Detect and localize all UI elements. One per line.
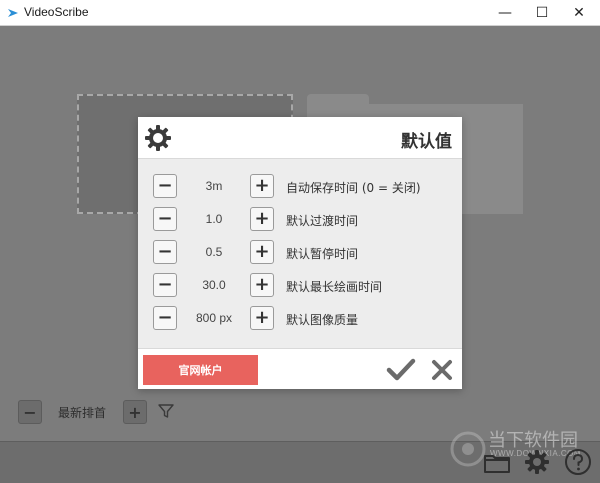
setting-row-draw-time: − 30.0 + 默认最长绘画时间 — [138, 271, 462, 299]
help-icon[interactable] — [563, 447, 593, 477]
setting-value: 30.0 — [202, 278, 226, 292]
decrement-button[interactable]: − — [153, 273, 177, 297]
increment-button[interactable]: + — [250, 240, 274, 264]
setting-label: 默认暂停时间 — [286, 247, 359, 261]
settings-gear-icon — [145, 125, 171, 151]
videoscribe-logo-icon — [8, 9, 18, 17]
maximize-button[interactable]: ☐ — [525, 0, 559, 26]
dialog-title: 默认值 — [401, 132, 452, 152]
minimize-button[interactable]: — — [488, 0, 522, 26]
gear-icon[interactable] — [522, 447, 552, 477]
sort-label: 最新排首 — [58, 406, 107, 420]
setting-label: 默认过渡时间 — [286, 214, 359, 228]
setting-label: 默认图像质量 — [286, 313, 359, 327]
decrement-button[interactable]: − — [153, 174, 177, 198]
sort-minus-button[interactable]: − — [18, 400, 42, 424]
setting-label: 自动保存时间 (0 = 关闭) — [286, 181, 421, 195]
dialog-footer: 官网帐户 — [138, 348, 462, 389]
setting-row-image-quality: − 800 px + 默认图像质量 — [138, 304, 462, 332]
folder-icon[interactable] — [482, 447, 512, 477]
decrement-button[interactable]: − — [153, 306, 177, 330]
close-icon[interactable] — [430, 358, 454, 382]
setting-value: 0.5 — [205, 245, 223, 259]
setting-row-pause: − 0.5 + 默认暂停时间 — [138, 238, 462, 266]
decrement-button[interactable]: − — [153, 240, 177, 264]
increment-button[interactable]: + — [250, 207, 274, 231]
sort-plus-button[interactable]: + — [123, 400, 147, 424]
checkmark-icon[interactable] — [386, 357, 416, 383]
window-close-button[interactable]: ✕ — [562, 0, 596, 26]
dialog-header: 默认值 — [138, 117, 462, 159]
increment-button[interactable]: + — [250, 306, 274, 330]
setting-value: 3m — [205, 179, 223, 193]
filter-icon[interactable] — [157, 402, 175, 420]
setting-row-transition: − 1.0 + 默认过渡时间 — [138, 205, 462, 233]
increment-button[interactable]: + — [250, 273, 274, 297]
defaults-dialog: 默认值 − 3m + 自动保存时间 (0 = 关闭) − 1.0 + 默认过渡时… — [138, 117, 462, 389]
official-account-button[interactable]: 官网帐户 — [143, 355, 258, 385]
setting-value: 1.0 — [205, 212, 223, 226]
increment-button[interactable]: + — [250, 174, 274, 198]
setting-label: 默认最长绘画时间 — [286, 280, 383, 294]
setting-row-autosave: − 3m + 自动保存时间 (0 = 关闭) — [138, 172, 462, 200]
title-bar: VideoScribe — ☐ ✕ — [0, 0, 600, 26]
window-title: VideoScribe — [24, 5, 89, 19]
setting-value: 800 px — [195, 311, 233, 325]
decrement-button[interactable]: − — [153, 207, 177, 231]
